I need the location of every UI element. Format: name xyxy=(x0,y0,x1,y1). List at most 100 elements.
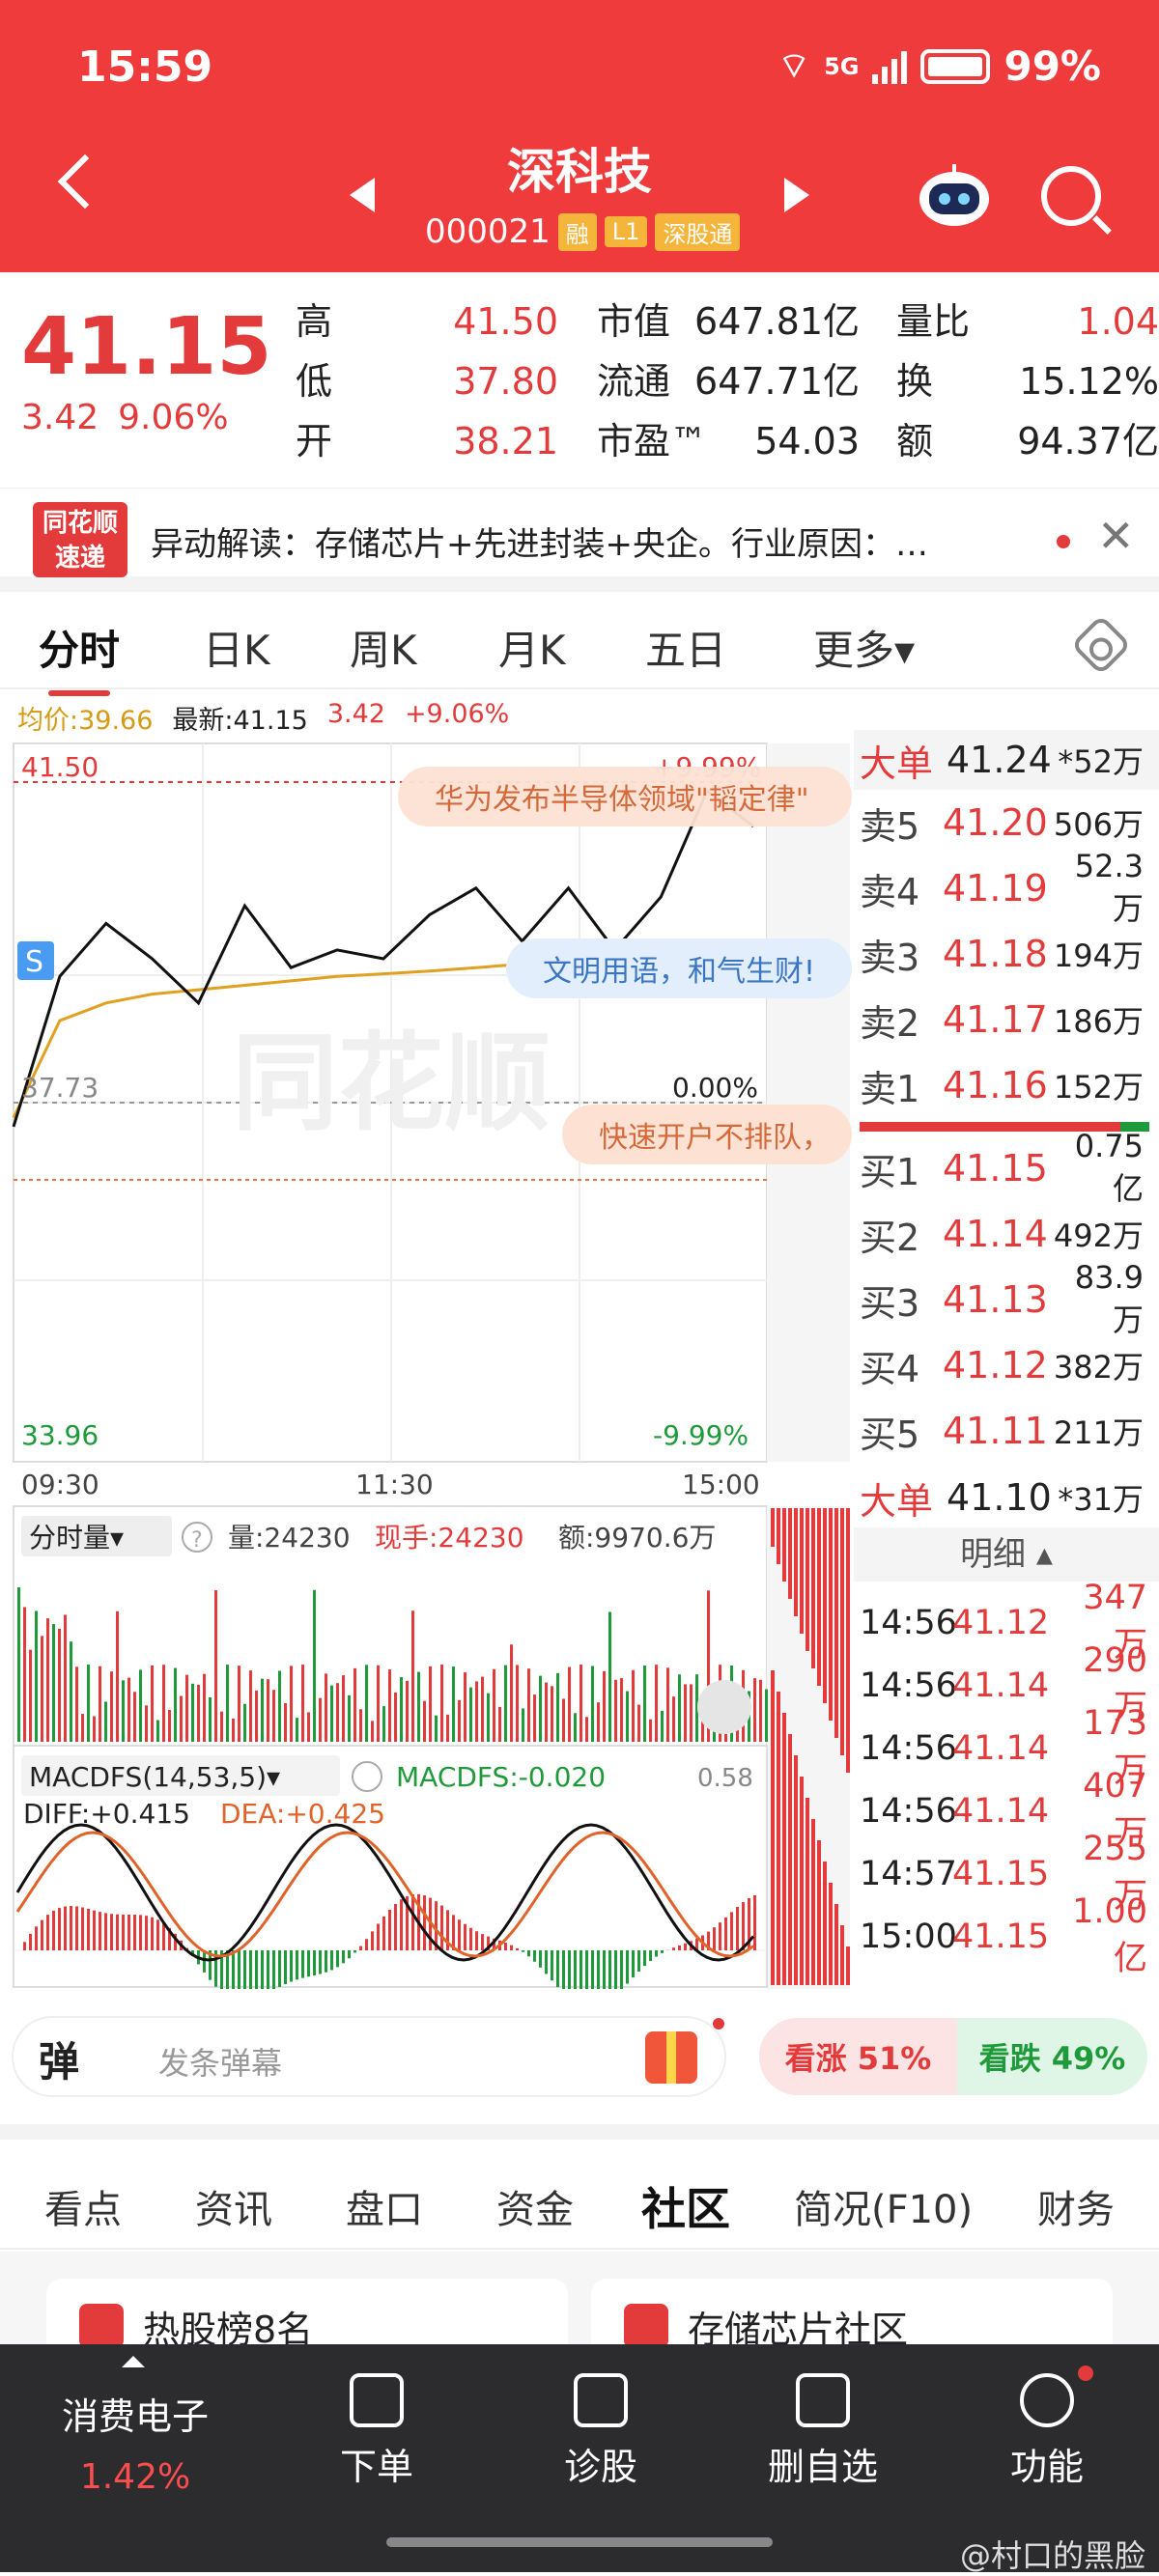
macd-bar xyxy=(458,1919,461,1950)
tab-handicap[interactable]: 盘口 xyxy=(346,2178,423,2234)
ask-row-5[interactable]: 卖541.20506万 xyxy=(854,790,1159,855)
macd-bar xyxy=(637,1950,640,1972)
volume-bar xyxy=(551,1686,553,1742)
tab-community[interactable]: 社区 xyxy=(641,2174,730,2238)
macd-bar xyxy=(643,1950,646,1966)
depth-bar xyxy=(846,1946,850,1985)
news-alert-bar[interactable]: 同花顺 速递 异动解读：存储芯片+先进封装+央企。行业原因：… ✕ xyxy=(0,488,1159,592)
y-low-price: 33.96 xyxy=(21,1419,99,1451)
robot-assistant-icon[interactable] xyxy=(916,162,993,230)
bid-row-5[interactable]: 买541.11211万 xyxy=(854,1398,1159,1464)
chart-area[interactable]: 同花顺 S 41.50 37.73 33.96 +9.99% 0.00% -9.… xyxy=(0,734,1159,1989)
sentiment-vote: 看涨 51% 看跌 49% xyxy=(759,2018,1147,2095)
ask-label: 卖3 xyxy=(860,928,943,981)
trade-price: 41.15 xyxy=(952,1918,1053,1956)
volume-indicator-label[interactable]: 分时量▾ xyxy=(29,1522,124,1554)
search-icon[interactable] xyxy=(1041,166,1101,226)
depth-bar xyxy=(840,1925,844,1985)
nav-order[interactable]: 下单 xyxy=(280,2373,473,2490)
change-amount: 3.42 xyxy=(21,398,99,437)
volume-bar xyxy=(637,1705,640,1742)
danmaku-icon[interactable]: 弹 xyxy=(39,2030,79,2088)
ask-row-2[interactable]: 卖241.17186万 xyxy=(854,987,1159,1052)
next-stock-button[interactable] xyxy=(784,178,809,212)
volume-bar xyxy=(41,1636,43,1742)
macd-bar xyxy=(290,1950,293,1981)
tab-daily[interactable]: 日K xyxy=(203,618,270,677)
big-order-top[interactable]: 大单 41.24 *52万 xyxy=(854,730,1159,790)
big-order-price: 41.10 xyxy=(947,1476,1053,1519)
trade-time: 14:56 xyxy=(860,1666,952,1705)
macd-bar xyxy=(307,1950,310,1976)
volume-bar xyxy=(493,1669,495,1742)
nav-sector[interactable]: 消费电子 1.42% xyxy=(39,2387,232,2497)
ask-row-3[interactable]: 卖341.18194万 xyxy=(854,921,1159,987)
macd-bar xyxy=(597,1950,600,1989)
close-icon[interactable]: ✕ xyxy=(1097,510,1135,562)
macd-bar xyxy=(580,1950,582,1989)
nav-functions[interactable]: 功能 xyxy=(950,2373,1144,2490)
author-watermark: @村口的黑脸 xyxy=(960,2532,1145,2576)
macd-bar xyxy=(232,1950,235,1989)
danmaku-input[interactable]: 发条弹幕 xyxy=(158,2039,282,2084)
tab-monthly[interactable]: 月K xyxy=(498,618,566,677)
big-order-bottom[interactable]: 大单 41.10 *31万 xyxy=(854,1468,1159,1527)
tab-funds[interactable]: 资金 xyxy=(496,2178,574,2234)
depth-bar xyxy=(782,1713,786,1985)
volume-bar xyxy=(255,1691,258,1742)
macd-bar xyxy=(371,1931,374,1950)
volume-bar xyxy=(243,1704,246,1742)
expand-icon[interactable] xyxy=(697,1680,751,1734)
volume-bar xyxy=(185,1675,188,1742)
trade-detail-header[interactable]: 明细 ▴ xyxy=(854,1527,1159,1582)
macd-bar xyxy=(753,1895,756,1950)
pe-value: 54.03 xyxy=(754,411,860,471)
macd-bar xyxy=(365,1939,368,1950)
volume-bar xyxy=(325,1673,327,1742)
macd-bar xyxy=(261,1950,264,1989)
macd-bar xyxy=(203,1950,206,1973)
bid-row-2[interactable]: 买241.14492万 xyxy=(854,1201,1159,1267)
tab-profile[interactable]: 简况(F10) xyxy=(794,2178,973,2234)
volume-bar xyxy=(661,1711,664,1742)
turnover-label: 换 xyxy=(896,351,933,411)
macd-bar xyxy=(353,1950,356,1952)
bid-row-3[interactable]: 买341.1383.9万 xyxy=(854,1267,1159,1332)
depth-bar xyxy=(811,1819,815,1985)
volume-bar xyxy=(353,1668,356,1742)
bid-row-4[interactable]: 买441.12382万 xyxy=(854,1332,1159,1398)
depth-bar xyxy=(829,1508,833,1721)
macd-bar xyxy=(400,1899,403,1950)
macd-indicator-label[interactable]: MACDFS(14,53,5)▾ xyxy=(29,1761,280,1793)
trade-price: 41.14 xyxy=(952,1729,1053,1768)
home-indicator[interactable] xyxy=(386,2537,773,2547)
volume-bar xyxy=(220,1712,223,1742)
tab-more[interactable]: 更多▾ xyxy=(813,618,915,677)
tab-news[interactable]: 资讯 xyxy=(195,2178,272,2234)
macd-bar xyxy=(151,1918,154,1950)
tab-finance[interactable]: 财务 xyxy=(1037,2178,1115,2234)
vote-down-button[interactable]: 看跌 49% xyxy=(957,2018,1147,2095)
vote-up-button[interactable]: 看涨 51% xyxy=(759,2018,957,2095)
nav-diagnose[interactable]: 诊股 xyxy=(504,2373,697,2490)
tab-intraday[interactable]: 分时 xyxy=(39,618,120,677)
volume-bar xyxy=(678,1674,681,1742)
intraday-chart[interactable]: 同花顺 S 41.50 37.73 33.96 +9.99% 0.00% -9.… xyxy=(0,734,854,1989)
ask-row-1[interactable]: 卖141.16152万 xyxy=(854,1052,1159,1118)
banner-account[interactable]: 快速开户不排队， xyxy=(599,1121,831,1155)
volume-bar xyxy=(527,1668,530,1742)
banner-civil[interactable]: 文明用语，和气生财! xyxy=(543,955,815,989)
tab-weekly[interactable]: 周K xyxy=(350,618,417,677)
ask-row-4[interactable]: 卖441.1952.3万 xyxy=(854,855,1159,921)
tab-highlights[interactable]: 看点 xyxy=(44,2178,122,2234)
banner-news[interactable]: 华为发布半导体领域"韬定律" xyxy=(435,783,809,817)
nav-remove-watchlist[interactable]: 删自选 xyxy=(726,2373,919,2490)
big-order-label: 大单 xyxy=(860,734,947,787)
macd-bar xyxy=(133,1915,136,1950)
danmaku-bar[interactable]: 弹 发条弹幕 xyxy=(12,2016,726,2097)
bid-row-1[interactable]: 买141.150.75亿 xyxy=(854,1135,1159,1201)
tab-five-day[interactable]: 五日 xyxy=(645,618,726,677)
gift-icon[interactable] xyxy=(645,2031,697,2084)
volume-bar xyxy=(423,1701,426,1742)
macd-help-icon[interactable] xyxy=(353,1762,382,1791)
